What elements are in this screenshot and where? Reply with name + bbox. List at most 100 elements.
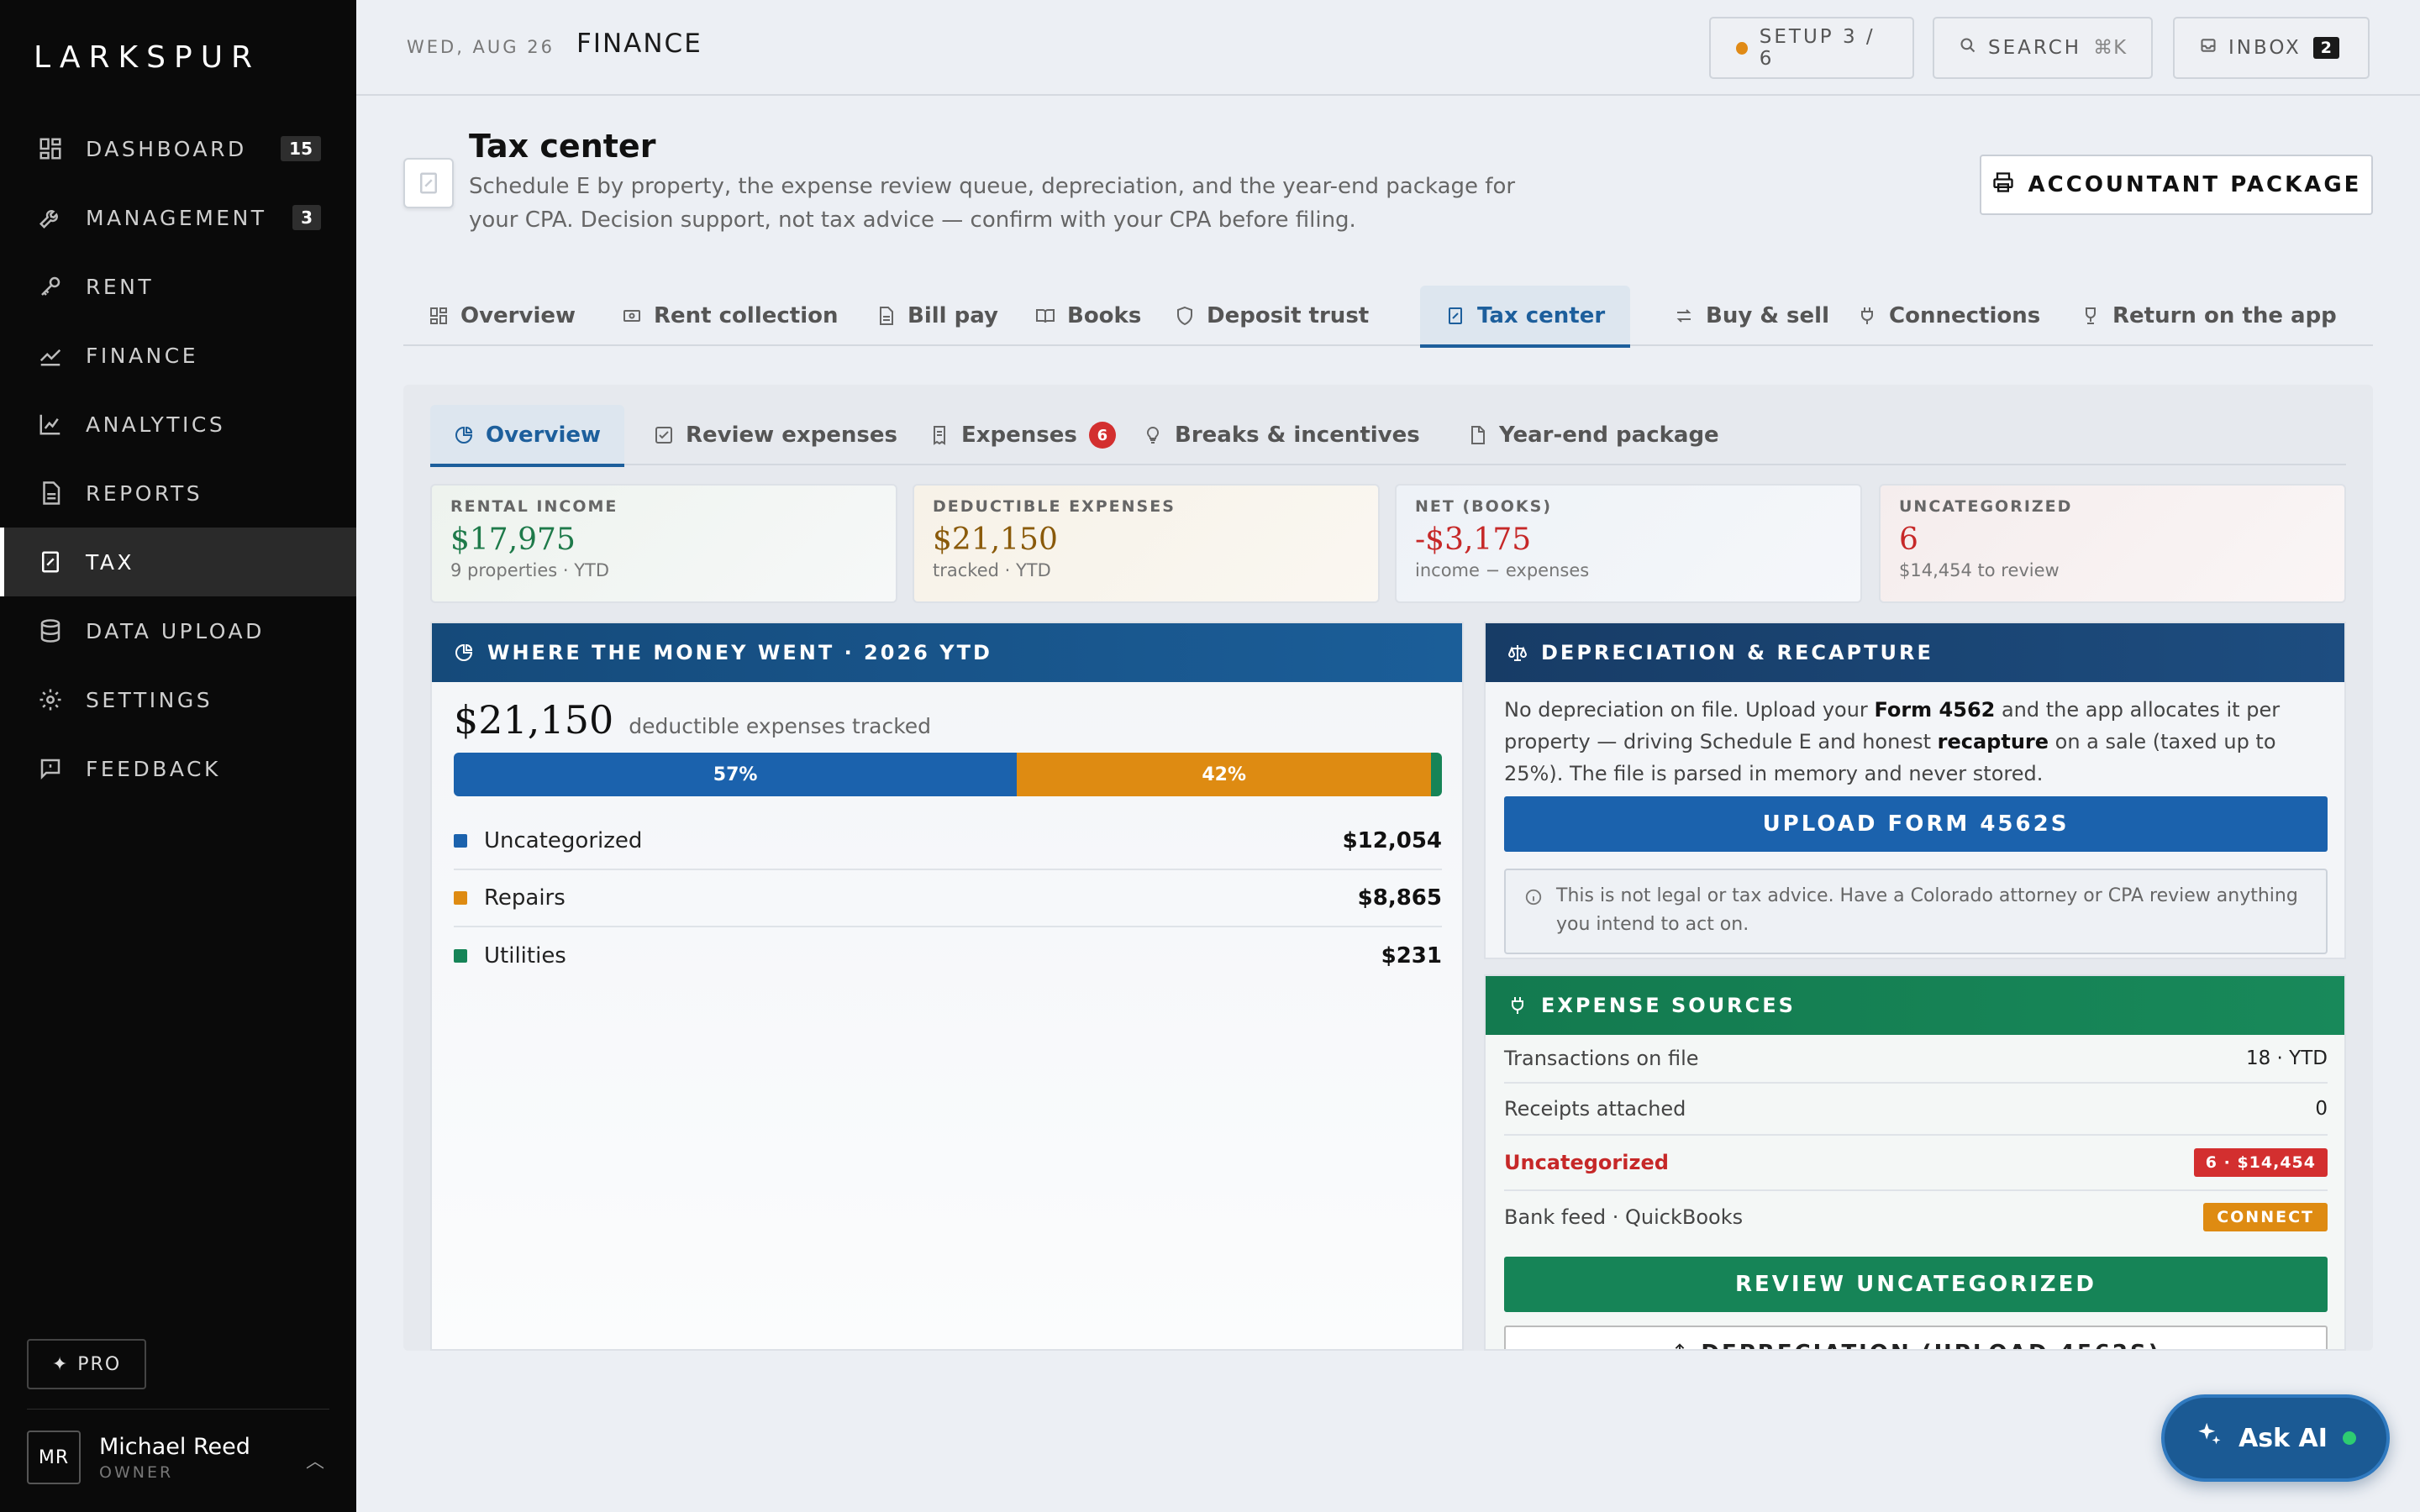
depreciation-upload-label: DEPRECIATION (UPLOAD 4562S) xyxy=(1701,1341,2160,1349)
card-title: EXPENSE SOURCES xyxy=(1541,994,1796,1017)
ask-ai-label: Ask AI xyxy=(2238,1423,2328,1453)
sidebar-item-label: FINANCE xyxy=(86,343,199,368)
plug-icon xyxy=(1861,307,1873,324)
page-description: Schedule E by property, the expense revi… xyxy=(469,174,1516,233)
dashboard-icon xyxy=(37,135,64,162)
source-key: Transactions on file xyxy=(1504,1047,1699,1070)
tax-icon xyxy=(37,549,64,575)
sidebar: LARKSPUR DASHBOARD 15 MANAGEMENT 3 RENT … xyxy=(0,0,356,1512)
online-status-dot xyxy=(2342,1431,2356,1445)
subtab-year-end-package[interactable]: Year-end package xyxy=(1444,405,1743,465)
tax-icon xyxy=(1449,307,1462,324)
accountant-package-button[interactable]: ACCOUNTANT PACKAGE xyxy=(1980,155,2373,215)
kpi-deductible-expenses: DEDUCTIBLE EXPENSES $21,150 tracked · YT… xyxy=(913,484,1380,603)
subtab-breaks-incentives[interactable]: Breaks & incentives xyxy=(1119,405,1444,465)
source-row-uncategorized[interactable]: Uncategorized 6 · $14,454 xyxy=(1504,1136,2328,1191)
feedback-icon xyxy=(37,755,64,782)
legend-swatch xyxy=(454,949,467,963)
tab-books[interactable]: Books xyxy=(1010,286,1166,346)
pro-button[interactable]: ✦ PRO xyxy=(27,1339,146,1389)
subtab-label: Breaks & incentives xyxy=(1175,423,1420,448)
sidebar-item-analytics[interactable]: ANALYTICS xyxy=(0,390,356,459)
printer-icon xyxy=(1991,171,2015,200)
avatar: MR xyxy=(27,1431,81,1484)
sidebar-item-dashboard[interactable]: DASHBOARD 15 xyxy=(0,114,356,183)
tab-tax-center[interactable]: Tax center xyxy=(1420,286,1631,348)
sidebar-item-rent[interactable]: RENT xyxy=(0,252,356,321)
grid-icon xyxy=(430,307,447,324)
sidebar-item-label: DATA UPLOAD xyxy=(86,618,265,643)
connect-quickbooks-button[interactable]: CONNECT xyxy=(2203,1203,2328,1231)
kpi-label: RENTAL INCOME xyxy=(450,497,618,516)
sparkle-icon: ✦ xyxy=(51,1353,70,1375)
tax-overview-panel: Overview Review expenses Expenses 6 Brea… xyxy=(403,385,2373,1351)
tab-connections[interactable]: Connections xyxy=(1832,286,2065,346)
setup-progress-button[interactable]: SETUP 3 / 6 xyxy=(1709,17,1914,79)
expense-legend: Uncategorized $12,054 Repairs $8,865 Uti… xyxy=(454,813,1442,984)
source-value: 18 · YTD xyxy=(2245,1047,2328,1069)
gear-icon xyxy=(37,686,64,713)
tab-label: Connections xyxy=(1889,303,2041,328)
subtab-label: Expenses xyxy=(961,423,1077,448)
inbox-label: INBOX xyxy=(2228,37,2302,59)
review-uncategorized-button[interactable]: REVIEW UNCATEGORIZED xyxy=(1504,1257,2328,1312)
tab-buy-sell[interactable]: Buy & sell xyxy=(1649,286,1854,346)
expense-sources-card: EXPENSE SOURCES Transactions on file 18 … xyxy=(1484,974,2346,1351)
subtab-label: Review expenses xyxy=(686,423,897,448)
swap-icon xyxy=(1676,309,1691,323)
kpi-value: $21,150 xyxy=(933,522,1058,557)
depreciation-card: DEPRECIATION & RECAPTURE No depreciation… xyxy=(1484,622,2346,959)
subtab-label: Year-end package xyxy=(1499,423,1719,448)
subtab-review-expenses[interactable]: Review expenses xyxy=(630,405,921,465)
uncategorized-badge: 6 · $14,454 xyxy=(2193,1148,2328,1177)
lightbulb-icon xyxy=(1146,426,1160,444)
tab-label: Overview xyxy=(460,303,576,328)
tab-overview[interactable]: Overview xyxy=(403,286,601,346)
recapture-emphasis: recapture xyxy=(1937,730,2049,753)
tab-label: Bill pay xyxy=(908,303,998,328)
search-shortcut: ⌘K xyxy=(2093,37,2128,59)
document-icon xyxy=(37,480,64,507)
sparkle-icon xyxy=(2195,1420,2223,1456)
upload-form-4562-button[interactable]: UPLOAD FORM 4562S xyxy=(1504,796,2328,852)
legend-value: $8,865 xyxy=(1357,885,1442,911)
inbox-button[interactable]: INBOX 2 xyxy=(2173,17,2370,79)
sidebar-item-feedback[interactable]: FEEDBACK xyxy=(0,734,356,803)
tab-rent-collection[interactable]: Rent collection xyxy=(597,286,864,346)
source-key: Receipts attached xyxy=(1504,1097,1686,1121)
subtab-expenses[interactable]: Expenses 6 xyxy=(906,405,1139,465)
page-icon xyxy=(403,158,454,208)
sidebar-item-management[interactable]: MANAGEMENT 3 xyxy=(0,183,356,252)
total-amount: $21,150 xyxy=(454,697,614,743)
checkbox-icon xyxy=(655,427,672,444)
sidebar-item-tax[interactable]: TAX xyxy=(0,528,356,596)
search-button[interactable]: SEARCH ⌘K xyxy=(1933,17,2153,79)
legend-name: Repairs xyxy=(484,885,566,911)
depreciation-upload-button[interactable]: DEPRECIATION (UPLOAD 4562S) xyxy=(1504,1326,2328,1349)
ask-ai-button[interactable]: Ask AI xyxy=(2161,1394,2390,1482)
trophy-icon xyxy=(2086,307,2096,324)
user-menu[interactable]: MR Michael Reed OWNER ︿ xyxy=(27,1430,329,1485)
current-date: WED, AUG 26 xyxy=(407,37,555,57)
kpi-subtext: 9 properties · YTD xyxy=(450,560,610,580)
depreciation-description: No depreciation on file. Upload your For… xyxy=(1504,694,2336,790)
database-icon xyxy=(37,617,64,644)
tab-bill-pay[interactable]: Bill pay xyxy=(850,286,1023,346)
sidebar-item-data-upload[interactable]: DATA UPLOAD xyxy=(0,596,356,665)
sidebar-item-settings[interactable]: SETTINGS xyxy=(0,665,356,734)
where-money-went-card: WHERE THE MONEY WENT · 2026 YTD $21,150 … xyxy=(430,622,1464,1351)
file-icon xyxy=(1471,426,1485,444)
status-dot-icon xyxy=(1736,41,1748,55)
legend-swatch xyxy=(454,891,467,905)
subtab-overview[interactable]: Overview xyxy=(430,405,625,467)
user-role: OWNER xyxy=(99,1462,174,1482)
search-icon xyxy=(1960,37,1976,59)
tab-deposit-trust[interactable]: Deposit trust xyxy=(1150,286,1394,346)
brand-logo[interactable]: LARKSPUR xyxy=(34,40,260,75)
sidebar-item-label: REPORTS xyxy=(86,480,203,506)
sidebar-item-finance[interactable]: FINANCE xyxy=(0,321,356,390)
accountant-package-label: ACCOUNTANT PACKAGE xyxy=(2028,172,2362,197)
card-header: WHERE THE MONEY WENT · 2026 YTD xyxy=(432,623,1462,682)
sidebar-item-reports[interactable]: REPORTS xyxy=(0,459,356,528)
tab-return-on-the-app[interactable]: Return on the app xyxy=(2055,286,2362,346)
